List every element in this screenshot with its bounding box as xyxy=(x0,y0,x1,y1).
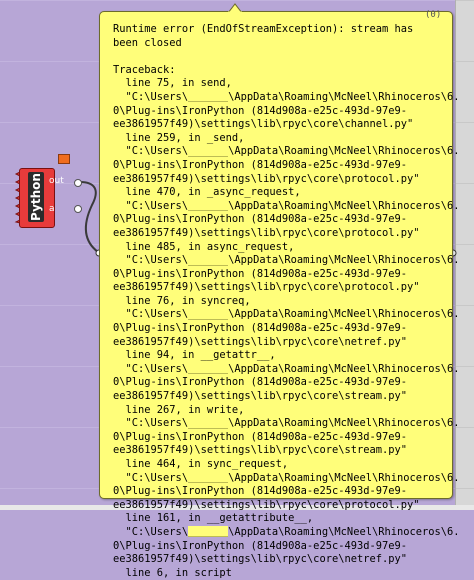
error-line: ee3861957f49)\settings\lib\rpyc\core\pro… xyxy=(113,281,420,294)
error-line: "C:\Users\ \AppData\Roaming\McNeel\Rhinoc… xyxy=(113,525,460,538)
error-line: ee3861957f49)\settings\lib\rpyc\core\net… xyxy=(113,335,408,348)
error-line: 0\Plug-ins\IronPython (814d908a-e25c-493… xyxy=(113,267,408,280)
error-line: line 6, in script xyxy=(113,566,232,579)
error-line: ee3861957f49)\settings\lib\rpyc\core\pro… xyxy=(113,172,420,185)
error-line: 0\Plug-ins\IronPython (814d908a-e25c-493… xyxy=(113,376,408,389)
error-line xyxy=(113,50,445,64)
error-line: 0\Plug-ins\IronPython (814d908a-e25c-493… xyxy=(113,430,408,443)
python-component[interactable]: Python xyxy=(14,168,78,228)
error-line: "C:\Users\ \AppData\Roaming\McNeel\Rhinoc… xyxy=(113,254,460,267)
redacted-username xyxy=(188,308,229,320)
error-line: "C:\Users\ \AppData\Roaming\McNeel\Rhinoc… xyxy=(113,199,460,212)
error-line: line 161, in __getattribute__, xyxy=(113,512,314,525)
error-line: "C:\Users\ \AppData\Roaming\McNeel\Rhinoc… xyxy=(113,362,460,375)
input-param-a[interactable]: a xyxy=(49,204,55,214)
redacted-username xyxy=(188,145,229,157)
input-grip[interactable] xyxy=(74,205,82,213)
error-line: line 485, in async_request, xyxy=(113,240,295,253)
error-message: Runtime error (EndOfStreamException): st… xyxy=(113,23,460,580)
message-counter: (0) xyxy=(425,10,442,20)
balloon-pointer xyxy=(228,3,242,13)
redacted-username xyxy=(188,91,229,103)
error-line: ee3861957f49)\settings\lib\rpyc\core\pro… xyxy=(113,498,420,511)
warning-flag[interactable] xyxy=(58,154,70,164)
component-name-plate: Python xyxy=(28,172,44,222)
component-name: Python xyxy=(29,173,43,221)
error-line: Runtime error (EndOfStreamException): st… xyxy=(113,23,414,35)
error-line: ee3861957f49)\settings\lib\rpyc\core\str… xyxy=(113,390,408,403)
redacted-username xyxy=(188,363,229,375)
error-line: "C:\Users\ \AppData\Roaming\McNeel\Rhinoc… xyxy=(113,90,460,103)
error-line: 0\Plug-ins\IronPython (814d908a-e25c-493… xyxy=(113,104,408,117)
error-line: 0\Plug-ins\IronPython (814d908a-e25c-493… xyxy=(113,213,408,226)
error-line: line 470, in _async_request, xyxy=(113,186,301,199)
output-param-out[interactable]: out xyxy=(49,176,64,186)
error-line: line 464, in sync_request, xyxy=(113,458,289,470)
error-line: line 259, in _send, xyxy=(113,131,245,144)
error-line: 0\Plug-ins\IronPython (814d908a-e25c-493… xyxy=(113,485,408,498)
error-line: Traceback: xyxy=(113,63,176,76)
redacted-username xyxy=(188,254,229,266)
error-line: ee3861957f49)\settings\lib\rpyc\core\cha… xyxy=(113,118,414,131)
error-line: line 267, in write, xyxy=(113,403,245,416)
error-line: 0\Plug-ins\IronPython (814d908a-e25c-493… xyxy=(113,539,408,552)
error-line: line 75, in send, xyxy=(113,77,232,90)
error-line: "C:\Users\ \AppData\Roaming\McNeel\Rhinoc… xyxy=(113,308,460,321)
error-line: ee3861957f49)\settings\lib\rpyc\core\net… xyxy=(113,553,408,566)
error-line: 0\Plug-ins\IronPython (814d908a-e25c-493… xyxy=(113,158,408,171)
redacted-username xyxy=(188,417,229,429)
error-line: "C:\Users\ \AppData\Roaming\McNeel\Rhinoc… xyxy=(113,145,460,158)
error-line: been closed xyxy=(113,36,182,49)
error-line: line 76, in syncreq, xyxy=(113,294,251,307)
error-line: ee3861957f49)\settings\lib\rpyc\core\str… xyxy=(113,444,408,457)
error-line: ee3861957f49)\settings\lib\rpyc\core\pro… xyxy=(113,226,420,239)
error-line: 0\Plug-ins\IronPython (814d908a-e25c-493… xyxy=(113,322,408,335)
error-line: "C:\Users\ \AppData\Roaming\McNeel\Rhinoc… xyxy=(113,417,460,430)
redacted-username xyxy=(188,200,229,212)
error-line: line 94, in __getattr__, xyxy=(113,349,276,362)
error-line: "C:\Users\ \AppData\Roaming\McNeel\Rhinoc… xyxy=(113,471,460,484)
output-grip[interactable] xyxy=(74,179,82,187)
redacted-username xyxy=(188,526,229,538)
redacted-username xyxy=(188,472,229,484)
